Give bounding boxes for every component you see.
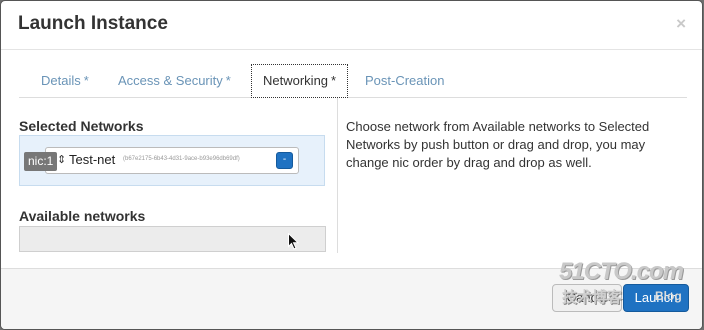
required-marker: * (225, 73, 231, 88)
modal-header: Launch Instance × (1, 1, 702, 50)
network-id: (b67e2175-6b43-4d31-9ace-b93e96db69df) (123, 156, 240, 162)
modal-footer: Cancel Launch (1, 268, 702, 329)
tab-networking[interactable]: Networking * (251, 64, 349, 98)
tab-networking-label: Networking (263, 73, 329, 88)
available-networks-list[interactable] (19, 226, 326, 252)
tab-details[interactable]: Details * (41, 64, 89, 97)
close-button[interactable]: × (676, 14, 686, 34)
drag-sort-icon[interactable]: ⇕ (57, 152, 66, 168)
selected-networks-heading: Selected Networks (19, 118, 144, 134)
network-name: Test-net (69, 152, 116, 167)
tab-bar: Details * Access & Security * Networking * … (19, 64, 687, 98)
selected-networks-list[interactable]: nic:1 ⇕ Test-net (b67e2175-6b43-4d31-9ac… (19, 135, 325, 186)
available-networks-heading: Available networks (19, 208, 146, 224)
launch-button[interactable]: Launch (623, 284, 689, 312)
tab-details-label: Details (41, 73, 81, 88)
remove-network-button[interactable]: - (276, 152, 293, 169)
required-marker: * (83, 73, 89, 88)
cancel-button[interactable]: Cancel (552, 284, 622, 312)
tab-access-security-label: Access & Security (118, 73, 223, 88)
network-item-test-net[interactable]: ⇕ Test-net (b67e2175-6b43-4d31-9ace-b93e… (45, 147, 299, 174)
launch-instance-modal: Launch Instance × Details * Access & Secu… (0, 0, 703, 330)
mouse-cursor-icon (288, 233, 299, 250)
modal-title: Launch Instance (18, 13, 168, 34)
tab-post-creation[interactable]: Post-Creation (365, 64, 444, 97)
networking-help-text: Choose network from Available networks t… (346, 119, 650, 170)
tab-access-security[interactable]: Access & Security * (118, 64, 231, 97)
tab-post-creation-label: Post-Creation (365, 73, 445, 88)
required-marker: * (331, 73, 337, 88)
networks-panel: Selected Networks nic:1 ⇕ Test-net (b67e… (19, 98, 338, 253)
nic-badge: nic:1 (24, 152, 58, 171)
